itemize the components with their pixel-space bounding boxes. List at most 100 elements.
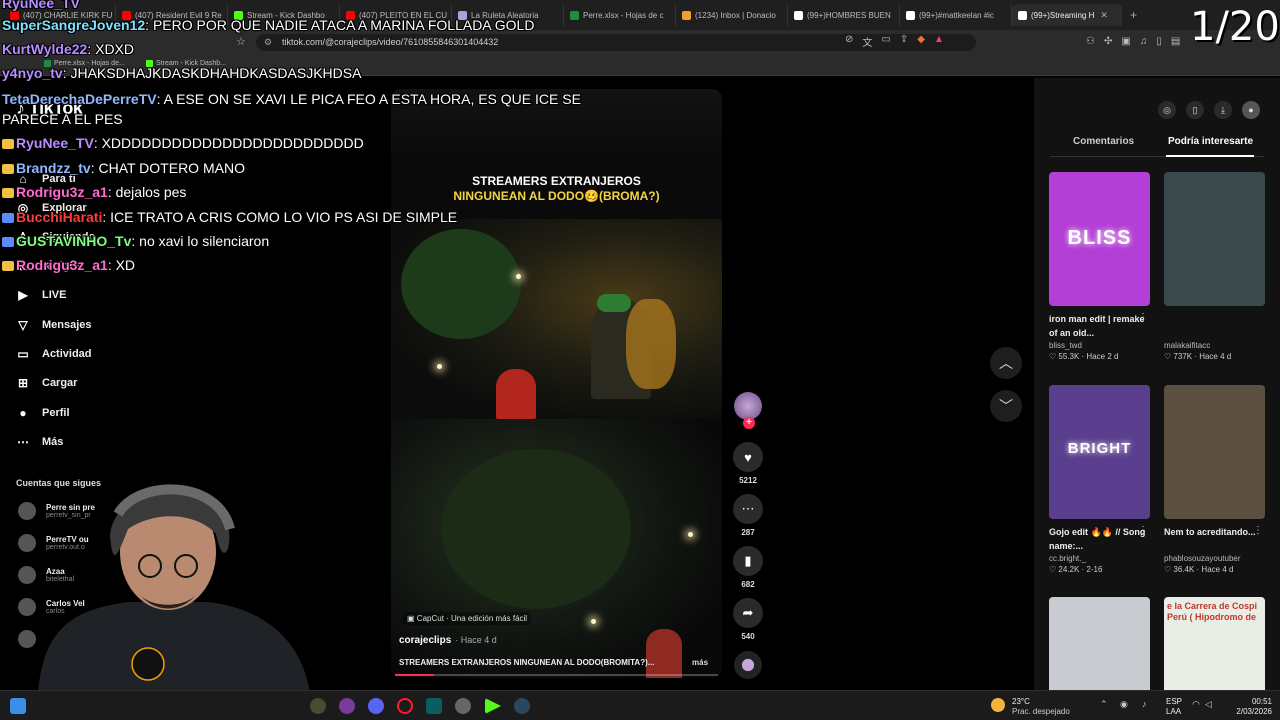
video-thumbnail[interactable] [1164, 172, 1265, 306]
taskbar-app-icon[interactable] [339, 698, 355, 714]
taskbar-app-icon[interactable] [455, 698, 471, 714]
chat-message: Rodrigu3z_a1: dejalos pes [2, 183, 186, 201]
tab-label: (1234) Inbox | Donacio [695, 10, 776, 20]
media-icon[interactable]: ⊘ [845, 34, 853, 49]
comment-icon[interactable]: ⋯ [733, 494, 763, 524]
heart-icon[interactable]: ♥ [733, 442, 763, 472]
taskbar-app-icon[interactable] [426, 698, 442, 714]
counter-overlay: 1/20 [1190, 4, 1280, 50]
share-arrow-icon[interactable]: ➦ [733, 598, 763, 628]
video-thumbnail[interactable]: BRIGHT [1049, 385, 1150, 519]
steam-icon[interactable] [514, 698, 530, 714]
capcut-label[interactable]: ▣ CapCut · Una edición más fácil [403, 612, 532, 625]
comment-action[interactable]: ⋯ 287 [732, 494, 764, 537]
creator-avatar[interactable] [734, 392, 762, 420]
like-action[interactable]: ♥ 5212 [732, 442, 764, 485]
card-username[interactable]: cc.bright._ [1049, 554, 1150, 563]
cast-icon[interactable]: ▭ [881, 34, 890, 49]
card-username[interactable]: bliss_twd [1049, 341, 1150, 350]
video-card[interactable]: BRIGHT Gojo edit 🔥🔥 // Song name:... cc.br… [1049, 385, 1150, 574]
user-avatar[interactable]: ● [1242, 101, 1260, 119]
card-username[interactable]: phablosouzayoutuber [1164, 554, 1265, 563]
coin-icon[interactable]: ◎ [1158, 101, 1176, 119]
microphone-icon[interactable]: ♪ [1142, 699, 1147, 709]
tab-favicon-icon [906, 10, 915, 20]
video-thumbnail[interactable] [1164, 385, 1265, 519]
browser-tab[interactable]: (1234) Inbox | Donacio [676, 4, 788, 26]
site-settings-icon[interactable]: ⚙ [264, 34, 272, 51]
video-player[interactable]: STREAMERS EXTRANJEROS NINGUNEAN AL DODO🥴… [391, 89, 722, 678]
kick-app-icon[interactable] [485, 698, 501, 714]
card-time: 2-16 [1086, 565, 1103, 574]
new-tab-button[interactable]: + [1122, 8, 1145, 22]
video-card[interactable]: BLISS iron man edit | remake of an old...… [1049, 172, 1150, 361]
windows-start-icon[interactable] [10, 698, 26, 714]
previous-video-button[interactable]: ︿ [990, 347, 1022, 379]
puzzle-icon[interactable]: ✣ [1104, 36, 1112, 47]
clock[interactable]: 00:51 2/03/2026 [1226, 697, 1272, 717]
capcut-icon: ▣ [407, 614, 415, 623]
browser-tab[interactable]: Perre.xlsx - Hojas de c [564, 4, 676, 26]
card-menu-icon[interactable]: ⋮ [1138, 525, 1148, 536]
chat-separator: : [156, 91, 164, 107]
discord-icon[interactable] [368, 698, 384, 714]
translate-icon[interactable]: 文 [862, 34, 872, 49]
card-caption [1164, 312, 1265, 340]
opera-icon[interactable] [397, 698, 413, 714]
tab-interesting[interactable]: Podría interesarte [1168, 136, 1253, 147]
chat-username: GUSTAVINHO_Tv [16, 233, 132, 249]
card-menu-icon[interactable]: ⋮ [1253, 525, 1263, 536]
card-username[interactable]: malakaifitacc [1164, 341, 1265, 350]
wifi-icon[interactable]: ◠ [1192, 699, 1200, 710]
music-icon[interactable]: ♫ [1140, 36, 1148, 47]
sidebar-item-cargar[interactable]: ⊞ Cargar [14, 372, 194, 394]
next-video-button[interactable]: ﹀ [990, 390, 1022, 422]
share-icon[interactable]: ⇪ [900, 34, 908, 49]
save-action[interactable]: ▮ 682 [732, 546, 764, 589]
sidebar-item-actividad[interactable]: ▭ Actividad [14, 343, 194, 365]
close-tab-icon[interactable]: ✕ [1100, 10, 1108, 21]
music-disc-icon[interactable] [734, 651, 762, 679]
screenshot-icon[interactable]: ▣ [1121, 36, 1130, 47]
rewards-icon[interactable]: ▲ [934, 34, 944, 49]
chevron-up-icon[interactable]: ⌃ [1100, 699, 1108, 710]
wallet-icon[interactable]: ▤ [1171, 36, 1180, 47]
brave-shield-icon[interactable]: ◆ [917, 34, 925, 49]
browser-tab[interactable]: (99+)Streaming H ✕ [1012, 4, 1122, 26]
video-thumbnail[interactable]: BLISS [1049, 172, 1150, 306]
chat-message: TetaDerechaDePerreTV: A ESE ON SE XAVI L… [2, 90, 581, 108]
sidebar-item-ms[interactable]: ⋯ Más [14, 431, 194, 453]
browser-tab[interactable]: (99+)HOMBRES BUEN [788, 4, 900, 26]
follow-plus-icon[interactable]: + [743, 417, 755, 429]
chat-separator: : [145, 17, 153, 33]
chat-username: TetaDerechaDePerreTV [2, 91, 157, 107]
weather-widget[interactable]: 23°C Prac. despejado [1012, 697, 1070, 717]
video-author[interactable]: corajeclips · Hace 4 d [399, 635, 497, 646]
taskbar-app-icon[interactable] [310, 698, 326, 714]
upload-icon: ⊞ [17, 376, 29, 390]
sidebar-icon[interactable]: ▯ [1156, 36, 1162, 47]
sidebar-item-mensajes[interactable]: ▽ Mensajes [14, 314, 194, 336]
browser-tab[interactable]: (99+)#mattkeelan #ic [900, 4, 1012, 26]
more-button[interactable]: más [692, 658, 708, 667]
language-indicator[interactable]: ESP LAA [1166, 697, 1182, 717]
extension-icon[interactable]: ⚇ [1086, 36, 1095, 47]
network-icon[interactable]: ◉ [1120, 699, 1128, 710]
sidebar-item-label: Actividad [42, 348, 92, 360]
volume-icon[interactable]: ◁ [1205, 699, 1212, 710]
sidebar-item-live[interactable]: ▶ LIVE [14, 284, 194, 306]
download-icon[interactable]: ⤓ [1214, 101, 1232, 119]
phone-icon[interactable]: ▯ [1186, 101, 1204, 119]
bookmark-icon[interactable]: ▮ [733, 546, 763, 576]
bookmark-star-icon[interactable]: ☆ [236, 35, 246, 48]
video-card[interactable]: Nem to acreditando... phablosouzayoutuber… [1164, 385, 1265, 574]
card-menu-icon[interactable]: ⋮ [1138, 312, 1148, 323]
tab-comments[interactable]: Comentarios [1073, 136, 1134, 147]
chevron-up-icon: ︿ [999, 355, 1013, 371]
video-progress-bar[interactable] [395, 674, 718, 676]
share-action[interactable]: ➦ 540 [732, 598, 764, 641]
chat-username: RyuNee_TV [16, 135, 94, 151]
sidebar-item-perfil[interactable]: ● Perfil [14, 402, 194, 424]
video-card[interactable]: malakaifitacc ♡ 737K · Hace 4 d [1164, 172, 1265, 361]
weather-icon[interactable] [991, 698, 1005, 712]
